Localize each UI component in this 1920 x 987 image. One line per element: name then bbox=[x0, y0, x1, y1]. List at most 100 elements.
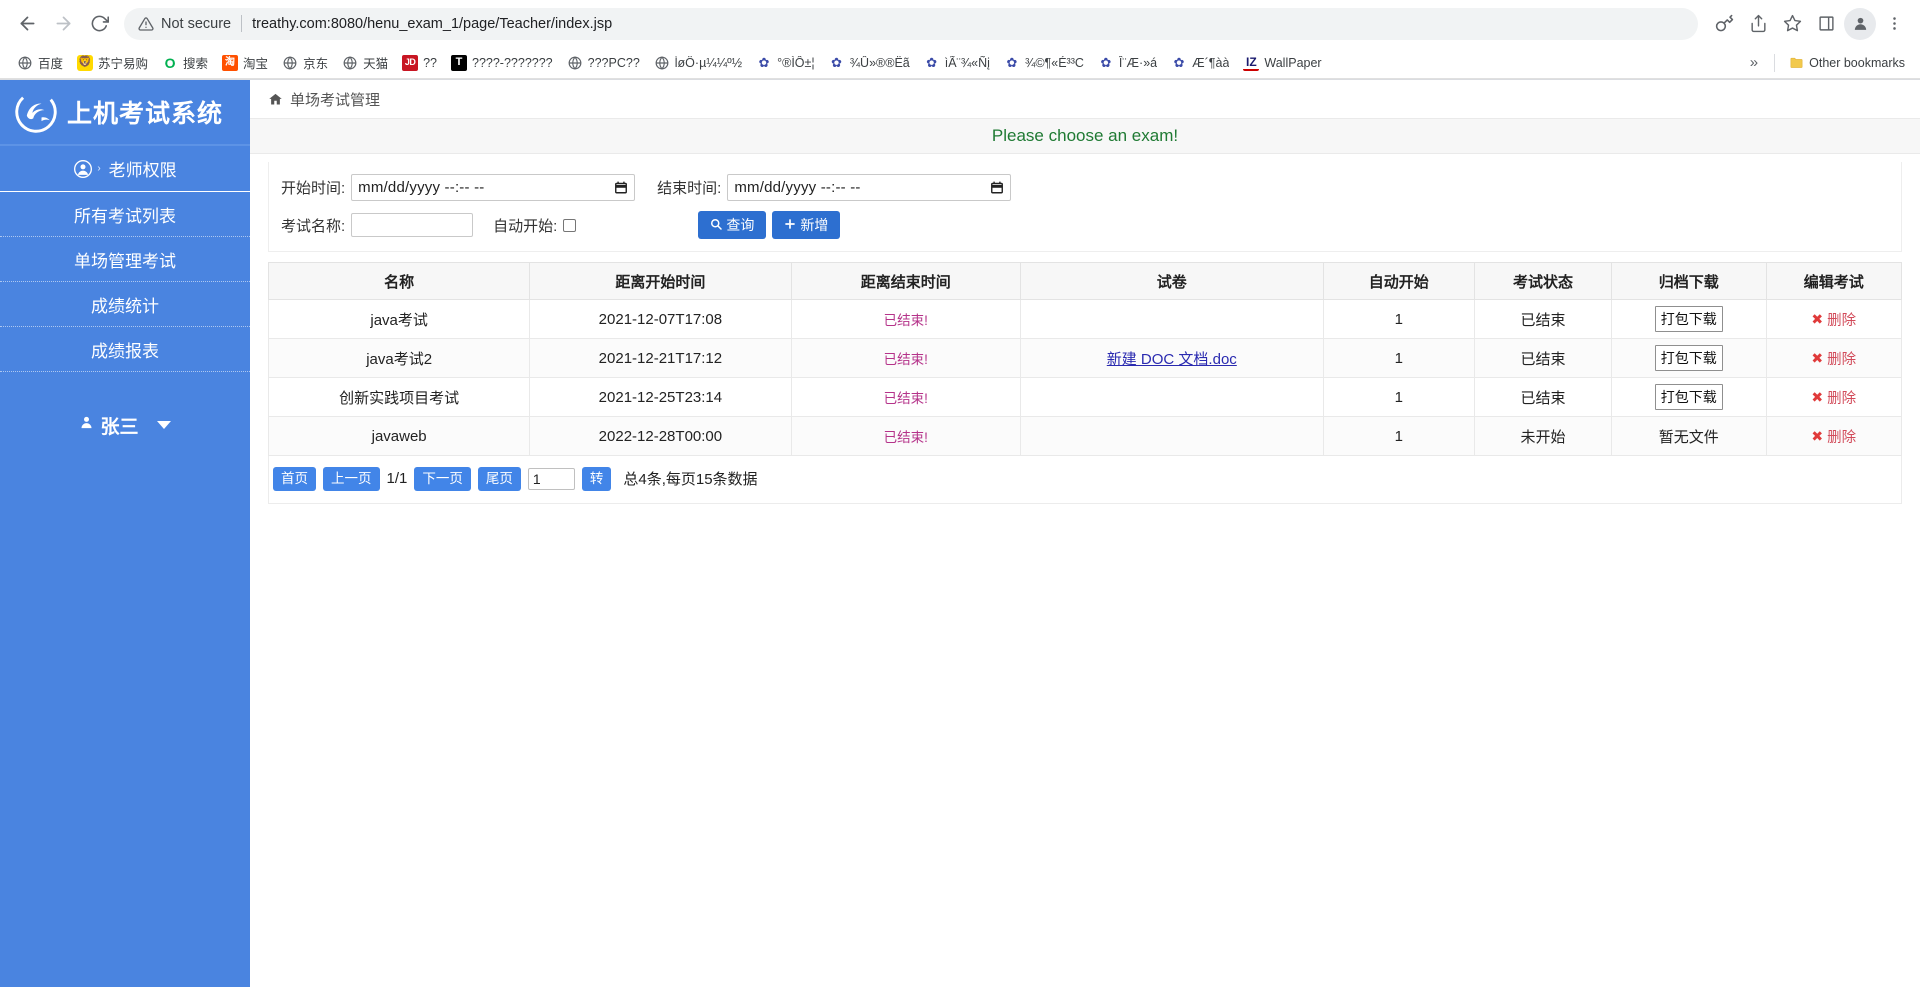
bookmark-item[interactable]: T ????-??????? bbox=[444, 52, 560, 74]
paw-icon: ✿ bbox=[1173, 55, 1185, 70]
sidebar-item-score-report[interactable]: 成绩报表 bbox=[0, 327, 250, 372]
page-jump-input[interactable]: 1 bbox=[527, 467, 575, 490]
cell-start-time: 2022-12-28T00:00 bbox=[529, 416, 792, 456]
share-icon[interactable] bbox=[1742, 8, 1774, 40]
delete-button[interactable]: ✖ 删除 bbox=[1811, 309, 1856, 330]
bookmark-label: Æ´¶àà bbox=[1192, 55, 1230, 70]
other-bookmarks-button[interactable]: Other bookmarks bbox=[1781, 52, 1912, 74]
address-bar[interactable]: Not secure treathy.com:8080/henu_exam_1/… bbox=[124, 7, 1698, 40]
ended-text: 已结束! bbox=[883, 430, 928, 445]
three-dot-menu-icon[interactable] bbox=[1878, 8, 1910, 40]
profile-avatar-icon[interactable] bbox=[1844, 7, 1876, 40]
bookmark-item[interactable]: 天猫 bbox=[335, 50, 395, 75]
bookmark-item[interactable]: IZ WallPaper bbox=[1236, 52, 1328, 74]
alert-text: Please choose an exam! bbox=[991, 126, 1179, 145]
back-arrow-icon[interactable] bbox=[10, 7, 44, 41]
column-header-start-time: 距离开始时间 bbox=[529, 262, 792, 300]
bookmark-item[interactable]: ✿ °®ÌÔ±¦ bbox=[749, 52, 822, 74]
pagination-summary: 总4条,每页15条数据 bbox=[623, 471, 758, 489]
bookmark-label: ¾©¶«É³³C bbox=[1024, 55, 1084, 70]
bookmark-item[interactable]: 百度 bbox=[10, 50, 70, 75]
next-page-button[interactable]: 下一页 bbox=[414, 467, 471, 491]
side-panel-icon[interactable] bbox=[1810, 8, 1842, 40]
bookmark-item[interactable]: ✿ Æ´¶àà bbox=[1164, 52, 1236, 74]
browser-toolbar: Not secure treathy.com:8080/henu_exam_1/… bbox=[0, 0, 1920, 47]
content-area: 开始时间: mm/dd/yyyy --:-- -- 结束时间: mm/dd/yy… bbox=[250, 154, 1920, 504]
url-text[interactable]: treathy.com:8080/henu_exam_1/page/Teache… bbox=[252, 16, 612, 32]
cell-status: 已结束 bbox=[1473, 338, 1612, 378]
bookmark-item[interactable]: O 搜索 bbox=[155, 50, 215, 75]
add-button[interactable]: 新增 bbox=[772, 211, 841, 239]
bookmark-item[interactable]: ✿ Î¨Æ·»á bbox=[1091, 52, 1164, 74]
first-page-button[interactable]: 首页 bbox=[273, 467, 316, 491]
key-icon[interactable] bbox=[1708, 8, 1740, 40]
paper-link[interactable]: 新建 DOC 文档.doc bbox=[1107, 351, 1237, 368]
bookmark-label: 苏宁易购 bbox=[98, 57, 149, 71]
sidebar-item-teacher-permission[interactable]: › 老师权限 bbox=[0, 146, 250, 192]
cell-status: 未开始 bbox=[1473, 416, 1612, 456]
bookmark-item[interactable]: 🦁 苏宁易购 bbox=[70, 50, 155, 75]
star-icon[interactable] bbox=[1776, 8, 1808, 40]
table-body: java考试 2021-12-07T17:08 已结束! 1 已结束 打包下载 … bbox=[267, 299, 1903, 456]
auto-start-checkbox[interactable] bbox=[563, 218, 577, 232]
search-o-icon: O bbox=[164, 54, 176, 71]
last-page-button[interactable]: 尾页 bbox=[477, 467, 521, 491]
chevron-down-icon[interactable] bbox=[156, 421, 171, 429]
bookmark-item[interactable]: ✿ ¾©¶«É³³C bbox=[997, 52, 1091, 74]
user-menu[interactable]: 张三 bbox=[0, 402, 250, 448]
cell-auto-start: 1 bbox=[1322, 299, 1475, 339]
bookmark-item[interactable]: ???PC?? bbox=[560, 52, 647, 74]
bookmark-item[interactable]: JD?? bbox=[395, 52, 444, 74]
bookmark-item[interactable]: ✿ ¾Û»®®Ëã bbox=[822, 52, 917, 74]
bookmark-item[interactable]: 京东 bbox=[275, 50, 335, 75]
delete-button[interactable]: ✖ 删除 bbox=[1811, 387, 1856, 408]
cell-edit: ✖ 删除 bbox=[1765, 377, 1903, 417]
cell-start-time: 2021-12-25T23:14 bbox=[529, 377, 792, 417]
plus-icon bbox=[784, 218, 796, 233]
iz-icon: IZ bbox=[1243, 55, 1260, 71]
delete-button[interactable]: ✖ 删除 bbox=[1811, 426, 1856, 447]
bookmark-label: Î¨Æ·»á bbox=[1118, 55, 1158, 70]
start-time-input[interactable]: mm/dd/yyyy --:-- -- bbox=[351, 174, 636, 201]
go-page-button[interactable]: 转 bbox=[581, 467, 612, 491]
column-header-edit-exam: 编辑考试 bbox=[1765, 262, 1903, 300]
delete-label: 删除 bbox=[1827, 351, 1857, 368]
add-button-label: 新增 bbox=[800, 217, 829, 233]
package-download-button[interactable]: 打包下载 bbox=[1654, 306, 1723, 332]
cell-paper bbox=[1019, 416, 1324, 456]
calendar-icon[interactable] bbox=[990, 180, 1004, 195]
package-download-button[interactable]: 打包下载 bbox=[1654, 345, 1723, 371]
reload-icon[interactable] bbox=[82, 7, 116, 41]
no-file-text: 暂无文件 bbox=[1658, 428, 1719, 446]
jd-icon: JD bbox=[402, 54, 419, 71]
bookmark-item[interactable]: 淘淘宝 bbox=[215, 50, 275, 75]
swirl-logo-icon bbox=[14, 90, 58, 134]
bookmark-item[interactable]: ✿ ìÃ¨¾«Ñį bbox=[917, 52, 997, 74]
sidebar-item-all-exams[interactable]: 所有考试列表 bbox=[0, 192, 250, 237]
pagination: 首页 上一页 1/1 下一页 尾页 1 转 总4条,每页15条数据 bbox=[268, 456, 1902, 504]
cell-auto-start: 1 bbox=[1322, 338, 1475, 378]
cell-status: 已结束 bbox=[1473, 299, 1612, 339]
delete-label: 删除 bbox=[1827, 390, 1857, 407]
cell-auto-start: 1 bbox=[1322, 377, 1475, 417]
cell-download: 打包下载 bbox=[1610, 377, 1767, 417]
bookmark-label: 搜索 bbox=[183, 57, 209, 71]
sidebar-item-label: 单场管理考试 bbox=[74, 251, 176, 271]
sidebar-item-score-statistics[interactable]: 成绩统计 bbox=[0, 282, 250, 327]
delete-button[interactable]: ✖ 删除 bbox=[1811, 348, 1856, 369]
brand-title: 上机考试系统 bbox=[67, 100, 224, 128]
forward-arrow-icon[interactable] bbox=[46, 7, 80, 41]
bookmarks-overflow-icon[interactable]: » bbox=[1740, 54, 1768, 71]
package-download-button[interactable]: 打包下载 bbox=[1654, 384, 1723, 410]
search-button[interactable]: 查询 bbox=[698, 211, 767, 239]
prev-page-button[interactable]: 上一页 bbox=[323, 467, 380, 491]
bookmark-item[interactable]: ĺøÖ·µ¼¼º½ bbox=[647, 52, 749, 74]
paw-icon: ✿ bbox=[1006, 55, 1018, 70]
taobao-icon: 淘 bbox=[222, 54, 239, 71]
calendar-icon[interactable] bbox=[614, 180, 628, 195]
exam-name-input[interactable] bbox=[351, 213, 474, 237]
end-time-input[interactable]: mm/dd/yyyy --:-- -- bbox=[727, 174, 1012, 201]
sidebar-item-single-exam-management[interactable]: 单场管理考试 bbox=[0, 237, 250, 282]
cell-paper bbox=[1019, 377, 1324, 417]
column-header-paper: 试卷 bbox=[1019, 262, 1324, 300]
